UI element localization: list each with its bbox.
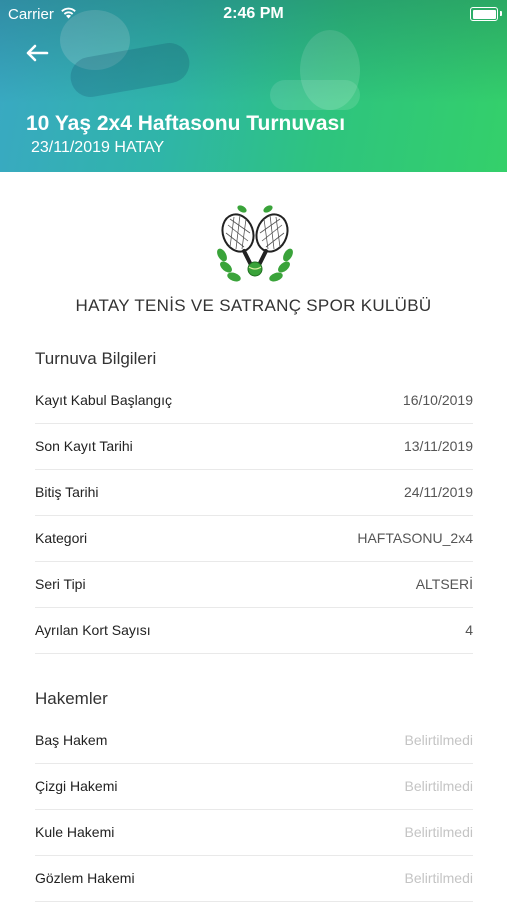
back-arrow-icon (26, 44, 49, 62)
referee-row-value: Belirtilmedi (404, 870, 473, 886)
referee-row-value: Belirtilmedi (404, 732, 473, 748)
info-row-value: HAFTASONU_2x4 (357, 530, 473, 546)
referee-row: Kule Hakemi Belirtilmedi (35, 809, 473, 856)
referee-row-label: Çizgi Hakemi (35, 778, 118, 794)
info-row-value: 16/10/2019 (402, 392, 473, 408)
page-subtitle: 23/11/2019 HATAY (31, 139, 165, 156)
referee-row-label: Baş Hakem (35, 732, 108, 748)
status-bar: Carrier 2:46 PM (0, 0, 507, 28)
page-title: 10 Yaş 2x4 Haftasonu Turnuvası (26, 112, 346, 135)
info-row: Bitiş Tarihi 24/11/2019 (35, 469, 473, 516)
info-row-label: Ayrılan Kort Sayısı (35, 622, 151, 638)
referee-row: Gözlem Hakemi Belirtilmedi (35, 855, 473, 902)
info-row-label: Son Kayıt Tarihi (35, 438, 133, 454)
tournament-info-title: Turnuva Bilgileri (35, 349, 157, 368)
info-row: Kayıt Kabul Başlangıç 16/10/2019 (35, 377, 473, 424)
referee-row-value: Belirtilmedi (404, 778, 473, 794)
battery-icon (470, 7, 502, 21)
back-button[interactable] (20, 38, 54, 68)
info-row-label: Kategori (35, 530, 88, 546)
info-row-label: Seri Tipi (35, 576, 86, 592)
info-row-value: 4 (465, 622, 473, 638)
referee-row: Çizgi Hakemi Belirtilmedi (35, 763, 473, 810)
info-row-label: Bitiş Tarihi (35, 484, 99, 500)
referee-row-label: Gözlem Hakemi (35, 870, 135, 886)
info-row-value: 13/11/2019 (403, 438, 473, 454)
info-row-value: ALTSERİ (415, 576, 473, 592)
club-name: HATAY TENİS VE SATRANÇ SPOR KULÜBÜ (75, 296, 432, 315)
info-row: Kategori HAFTASONU_2x4 (35, 515, 473, 562)
status-time: 2:46 PM (223, 5, 284, 22)
info-row-value: 24/11/2019 (403, 484, 473, 500)
referee-row: Baş Hakem Belirtilmedi (35, 717, 473, 764)
info-row: Ayrılan Kort Sayısı 4 (35, 607, 473, 654)
referee-row-label: Kule Hakemi (35, 824, 115, 840)
referees-title: Hakemler (35, 689, 108, 708)
club-logo (212, 205, 298, 289)
info-row: Seri Tipi ALTSERİ (35, 561, 473, 608)
header-banner: Carrier 2:46 PM 10 Yaş 2x4 Haftasonu Tur… (0, 0, 507, 172)
referee-row-value: Belirtilmedi (404, 824, 473, 840)
info-row-label: Kayıt Kabul Başlangıç (35, 392, 172, 408)
info-row: Son Kayıt Tarihi 13/11/2019 (35, 423, 473, 470)
